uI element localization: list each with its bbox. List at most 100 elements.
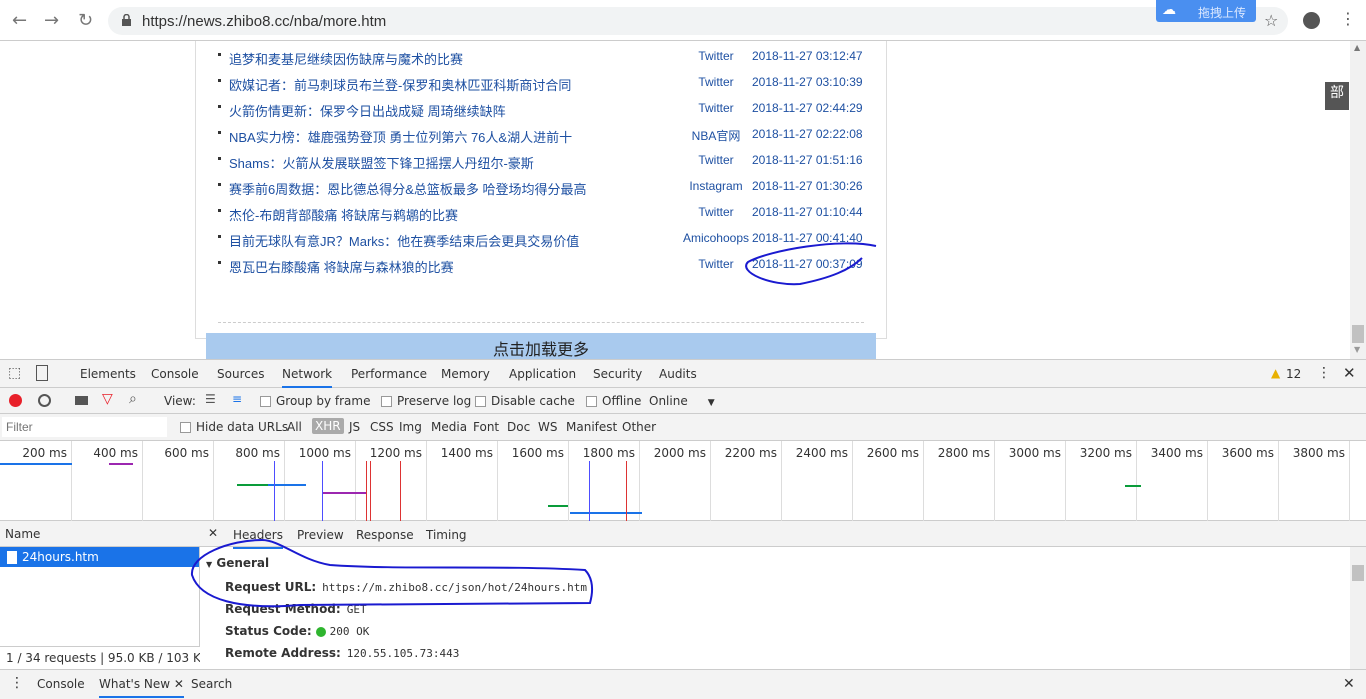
filter-type-img[interactable]: Img xyxy=(399,420,422,434)
scroll-down-icon[interactable]: ▼ xyxy=(1354,345,1360,354)
close-details-icon[interactable]: ✕ xyxy=(208,526,218,540)
timeline-tick-label: 1200 ms xyxy=(369,446,422,460)
drawer-tab-console[interactable]: Console xyxy=(37,677,85,691)
tab-console[interactable]: Console xyxy=(151,367,199,381)
filter-type-font[interactable]: Font xyxy=(473,420,499,434)
scrollbar-thumb[interactable] xyxy=(1352,325,1364,343)
detail-tab-response[interactable]: Response xyxy=(356,528,414,542)
filter-type-ws[interactable]: WS xyxy=(538,420,557,434)
warning-count[interactable]: 12 xyxy=(1286,367,1301,381)
record-icon[interactable] xyxy=(9,394,22,407)
name-column-header[interactable]: Name xyxy=(5,527,40,541)
device-toolbar-icon[interactable] xyxy=(36,365,48,381)
filter-input[interactable] xyxy=(2,417,167,437)
filter-type-media[interactable]: Media xyxy=(431,420,467,434)
request-bar[interactable] xyxy=(0,463,72,465)
address-bar[interactable]: https://news.zhibo8.cc/nba/more.htm xyxy=(108,7,1288,35)
filter-type-css[interactable]: CSS xyxy=(370,420,394,434)
profile-icon[interactable] xyxy=(1303,12,1320,29)
filter-type-xhr[interactable]: XHR xyxy=(312,418,344,434)
news-title-link[interactable]: 恩瓦巴右膝酸痛 将缺席与森林狼的比赛 xyxy=(229,257,454,276)
screenshot-icon[interactable] xyxy=(75,396,88,405)
request-row[interactable]: 24hours.htm xyxy=(0,547,199,567)
disable-cache-checkbox[interactable]: Disable cache xyxy=(475,394,575,408)
news-item: Shams：火箭从发展联盟签下锋卫摇摆人丹纽尔-豪斯 Twitter 2018-11… xyxy=(218,148,878,174)
news-title-link[interactable]: 欧媒记者：前马刺球员布兰登-保罗和奥林匹亚科斯商讨合同 xyxy=(229,75,571,94)
search-icon[interactable]: ⌕ xyxy=(129,391,137,407)
side-float-button[interactable]: 部 xyxy=(1325,82,1349,110)
network-timeline[interactable]: 200 ms 400 ms 600 ms 800 ms 1000 ms 1200 ms 14… xyxy=(0,441,1366,521)
news-title-link[interactable]: Shams：火箭从发展联盟签下锋卫摇摆人丹纽尔-豪斯 xyxy=(229,153,534,172)
upload-extension[interactable]: ☁ 拖拽上传 xyxy=(1156,0,1256,22)
drawer-tab-what-s-new[interactable]: What's New ✕ xyxy=(99,677,184,698)
filter-type-js[interactable]: JS xyxy=(349,420,360,434)
request-details: ✕ Headers Preview Response Timing ▼ General… xyxy=(200,521,1366,669)
details-scrollbar[interactable] xyxy=(1350,547,1366,669)
close-drawer-icon[interactable]: ✕ xyxy=(1343,676,1355,692)
news-title-link[interactable]: NBA实力榜：雄鹿强势登顶 勇士位列第六 76人&湖人进前十 xyxy=(229,127,572,146)
filter-type-other[interactable]: Other xyxy=(622,420,656,434)
news-title-link[interactable]: 追梦和麦基尼继续因伤缺席与魔术的比赛 xyxy=(229,49,463,68)
load-more-button[interactable]: 点击加载更多 xyxy=(206,333,876,359)
hide-data-urls-checkbox[interactable]: Hide data URLs xyxy=(180,420,288,434)
filter-type-manifest[interactable]: Manifest xyxy=(566,420,617,434)
drawer-menu-icon[interactable]: ⋮ xyxy=(10,675,24,691)
page-scrollbar[interactable]: ▲ ▼ xyxy=(1350,41,1366,359)
news-title-link[interactable]: 赛季前6周数据：恩比德总得分&总篮板最多 哈登场均得分最高 xyxy=(229,179,587,198)
request-bar[interactable] xyxy=(548,505,568,507)
filter-type-doc[interactable]: Doc xyxy=(507,420,530,434)
waterfall-view-icon[interactable]: ≡ xyxy=(232,392,242,406)
request-bar[interactable] xyxy=(109,463,133,465)
news-title-link[interactable]: 杰伦-布朗背部酸痛 将缺席与鹈鹕的比赛 xyxy=(229,205,458,224)
tab-elements[interactable]: Elements xyxy=(80,367,136,381)
news-time: 2018-11-27 02:44:29 xyxy=(752,101,863,115)
drawer-tab-search[interactable]: Search xyxy=(191,677,232,691)
tab-performance[interactable]: Performance xyxy=(351,367,427,381)
tab-network[interactable]: Network xyxy=(282,367,333,388)
scroll-up-icon[interactable]: ▲ xyxy=(1354,43,1360,52)
forward-icon[interactable]: → xyxy=(44,10,59,31)
tab-memory[interactable]: Memory xyxy=(441,367,490,381)
timeline-gridline xyxy=(781,441,782,521)
filter-type-all[interactable]: All xyxy=(287,420,302,434)
detail-tab-timing[interactable]: Timing xyxy=(426,528,467,542)
throttling-select[interactable]: Online ▼ xyxy=(649,394,715,408)
list-view-icon[interactable]: ☰ xyxy=(205,392,216,406)
clear-icon[interactable] xyxy=(38,394,51,407)
news-title-link[interactable]: 火箭伤情更新：保罗今日出战成疑 周琦继续缺阵 xyxy=(229,101,506,120)
close-tab-icon[interactable]: ✕ xyxy=(170,677,184,691)
drawer-tabbar: ⋮ Console What's New ✕ Search ✕ xyxy=(0,669,1366,699)
request-bar[interactable] xyxy=(1125,485,1141,487)
timeline-tick-label: 800 ms xyxy=(235,446,280,460)
timeline-tick-label: 3000 ms xyxy=(1008,446,1061,460)
news-time: 2018-11-27 01:30:26 xyxy=(752,179,863,193)
more-options-icon[interactable]: ⋮ xyxy=(1317,365,1331,381)
news-title-link[interactable]: 目前无球队有意JR？Marks：他在赛季结束后会更具交易价值 xyxy=(229,231,579,250)
tab-sources[interactable]: Sources xyxy=(217,367,264,381)
timeline-gridline xyxy=(994,441,995,521)
tab-audits[interactable]: Audits xyxy=(659,367,697,381)
group-by-frame-checkbox[interactable]: Group by frame xyxy=(260,394,370,408)
detail-tab-headers[interactable]: Headers xyxy=(233,528,283,549)
timeline-gridline xyxy=(213,441,214,521)
timeline-gridline xyxy=(923,441,924,521)
offline-checkbox[interactable]: Offline xyxy=(586,394,641,408)
back-icon[interactable]: ← xyxy=(12,10,27,31)
general-section-toggle[interactable]: ▼ General xyxy=(206,556,269,570)
star-icon[interactable]: ☆ xyxy=(1264,11,1278,30)
reload-icon[interactable]: ↻ xyxy=(78,10,93,31)
news-item: 目前无球队有意JR？Marks：他在赛季结束后会更具交易价值 Amicohoops… xyxy=(218,226,878,252)
inspect-icon[interactable]: ⬚ xyxy=(8,365,21,381)
timeline-gridline xyxy=(568,441,569,521)
close-devtools-icon[interactable]: ✕ xyxy=(1343,364,1356,382)
request-bar[interactable] xyxy=(322,492,367,494)
filter-icon[interactable]: ▽ xyxy=(102,391,113,407)
detail-tab-preview[interactable]: Preview xyxy=(297,528,344,542)
news-item: 杰伦-布朗背部酸痛 将缺席与鹈鹕的比赛 Twitter 2018-11-27 01:… xyxy=(218,200,878,226)
timeline-marker xyxy=(400,461,401,521)
menu-icon[interactable]: ⋮ xyxy=(1340,9,1356,28)
preserve-log-checkbox[interactable]: Preserve log xyxy=(381,394,471,408)
request-bar[interactable] xyxy=(570,512,642,514)
tab-application[interactable]: Application xyxy=(509,367,576,381)
tab-security[interactable]: Security xyxy=(593,367,642,381)
